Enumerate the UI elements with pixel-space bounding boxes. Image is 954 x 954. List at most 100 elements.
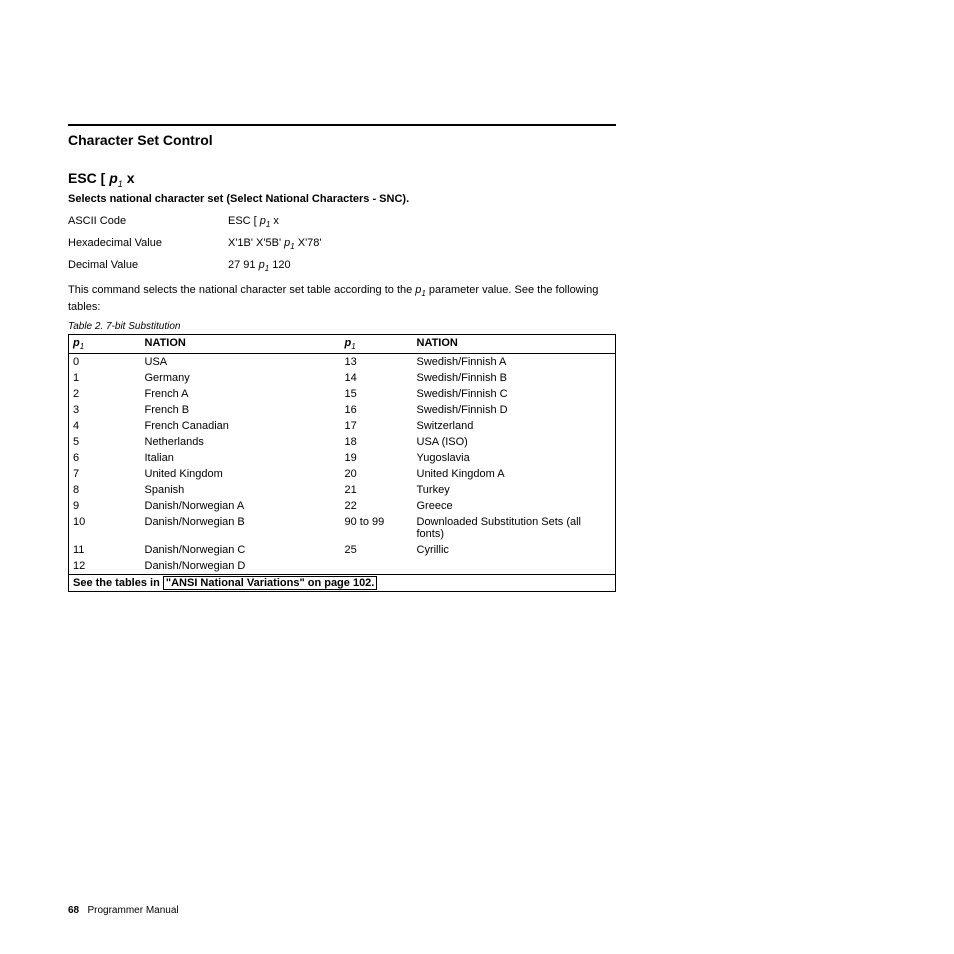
dec-value: 27 91 p1 120 [228,259,616,273]
cell-nation-2: Switzerland [413,418,616,434]
cell-nation-1: Spanish [141,482,341,498]
cell-p1: 12 [69,558,141,575]
table-row: 2French A15Swedish/Finnish C [69,386,616,402]
cell-nation-2: Greece [413,498,616,514]
table-row: 6Italian19Yugoslavia [69,450,616,466]
cell-nation-1: Danish/Norwegian C [141,542,341,558]
cell-p2 [341,558,413,575]
table-row: 5Netherlands18USA (ISO) [69,434,616,450]
cmd-prefix: ESC [ [68,170,109,186]
cell-p1: 9 [69,498,141,514]
cell-nation-1: French Canadian [141,418,341,434]
footer-pre: See the tables in [73,577,163,589]
cell-p1: 8 [69,482,141,498]
cell-p1: 10 [69,514,141,542]
body-paragraph: This command selects the national charac… [68,283,616,315]
cmd-param: p [109,170,118,186]
table-row: 11Danish/Norwegian C25Cyrillic [69,542,616,558]
cell-p2: 14 [341,370,413,386]
hex-pre: X'1B' X'5B' [228,237,284,249]
cell-nation-1: Italian [141,450,341,466]
cell-nation-1: French B [141,402,341,418]
hex-code-row: Hexadecimal Value X'1B' X'5B' p1 X'78' [68,237,616,251]
table-row: 4French Canadian17Switzerland [69,418,616,434]
ascii-code-row: ASCII Code ESC [ p1 x [68,215,616,229]
cell-nation-1: USA [141,354,341,371]
cell-p2: 20 [341,466,413,482]
cell-p1: 2 [69,386,141,402]
th-p1-sub: 1 [80,342,84,351]
hex-value: X'1B' X'5B' p1 X'78' [228,237,616,251]
cell-nation-2: Turkey [413,482,616,498]
cell-p2: 16 [341,402,413,418]
th-nation-1: NATION [141,335,341,354]
cell-p1: 11 [69,542,141,558]
section-title: Character Set Control [68,132,616,148]
cell-p1: 4 [69,418,141,434]
cell-p1: 7 [69,466,141,482]
table-row: 3French B16Swedish/Finnish D [69,402,616,418]
command-syntax: ESC [ p1 x [68,170,616,189]
cell-p2: 21 [341,482,413,498]
dec-code-row: Decimal Value 27 91 p1 120 [68,259,616,273]
cell-p2: 15 [341,386,413,402]
cell-p1: 0 [69,354,141,371]
table-body: 0USA13Swedish/Finnish A1Germany14Swedish… [69,354,616,575]
cell-nation-2: Swedish/Finnish A [413,354,616,371]
horizontal-rule [68,124,616,126]
cell-nation-2: USA (ISO) [413,434,616,450]
ascii-label: ASCII Code [68,215,228,229]
cell-nation-1: Danish/Norwegian D [141,558,341,575]
dec-label: Decimal Value [68,259,228,273]
cell-p2: 22 [341,498,413,514]
table-row: 12Danish/Norwegian D [69,558,616,575]
page-number: 68 [68,905,79,916]
table-row: 9Danish/Norwegian A22Greece [69,498,616,514]
table-row: 1Germany14Swedish/Finnish B [69,370,616,386]
table-footer-cell: See the tables in "ANSI National Variati… [69,575,616,592]
table-row: 0USA13Swedish/Finnish A [69,354,616,371]
cell-nation-2: Yugoslavia [413,450,616,466]
cell-p1: 6 [69,450,141,466]
cell-p2: 25 [341,542,413,558]
page-content: Character Set Control ESC [ p1 x Selects… [68,124,616,592]
cross-reference-link[interactable]: "ANSI National Variations" on page 102. [163,576,377,590]
code-values: ASCII Code ESC [ p1 x Hexadecimal Value … [68,215,616,274]
page-footer: 68 Programmer Manual [68,905,179,916]
table-header-row: p1 NATION p1 NATION [69,335,616,354]
hex-post: X'78' [295,237,322,249]
cell-nation-1: United Kingdom [141,466,341,482]
ascii-value: ESC [ p1 x [228,215,616,229]
th-p2: p1 [341,335,413,354]
document-title: Programmer Manual [87,905,178,916]
cell-nation-1: Germany [141,370,341,386]
cell-p1: 5 [69,434,141,450]
cell-p2: 13 [341,354,413,371]
cell-nation-2: Swedish/Finnish D [413,402,616,418]
ascii-pre: ESC [ [228,215,260,227]
cell-p2: 90 to 99 [341,514,413,542]
cell-nation-1: Netherlands [141,434,341,450]
th-nation-2: NATION [413,335,616,354]
hex-label: Hexadecimal Value [68,237,228,251]
ascii-post: x [270,215,279,227]
th-p1: p1 [69,335,141,354]
dec-post: 120 [269,259,290,271]
th-p2-sub: 1 [351,342,355,351]
body-pre: This command selects the national charac… [68,284,415,296]
cell-p1: 3 [69,402,141,418]
cell-nation-2: Swedish/Finnish B [413,370,616,386]
cell-nation-2: United Kingdom A [413,466,616,482]
cell-p2: 18 [341,434,413,450]
cmd-suffix: x [123,170,135,186]
dec-pre: 27 91 [228,259,259,271]
table-caption: Table 2. 7-bit Substitution [68,321,616,332]
cell-nation-2: Swedish/Finnish C [413,386,616,402]
cell-p2: 17 [341,418,413,434]
table-row: 10Danish/Norwegian B90 to 99Downloaded S… [69,514,616,542]
cell-p2: 19 [341,450,413,466]
cell-p1: 1 [69,370,141,386]
cell-nation-2: Downloaded Substitution Sets (all fonts) [413,514,616,542]
table-row: 8Spanish21Turkey [69,482,616,498]
cell-nation-2 [413,558,616,575]
